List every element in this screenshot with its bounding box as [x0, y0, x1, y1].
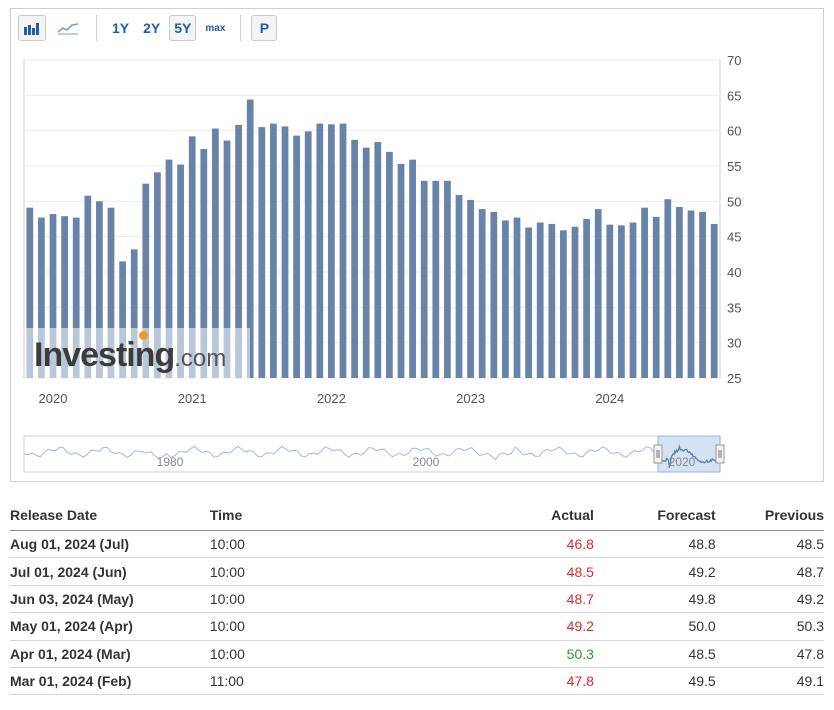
cell-actual: 50.3 [418, 640, 594, 668]
table-header-row: Release Date Time Actual Forecast Previo… [10, 500, 824, 531]
cell-time: 10:00 [209, 557, 419, 586]
cell-time: 10:00 [209, 530, 419, 559]
cell-time: 10:00 [209, 640, 419, 668]
header-actual[interactable]: Actual [418, 500, 594, 531]
navigator-label-2020: 2020 [669, 455, 696, 469]
table-row: Jun 03, 2024 (May) 10:00 48.7 49.8 49.2 [10, 585, 824, 614]
table-row: Aug 01, 2024 (Jul) 10:00 46.8 48.8 48.5 [10, 530, 824, 559]
cell-release-date: Jul 01, 2024 (Jun) [10, 557, 210, 586]
cell-previous: 49.1 [715, 667, 824, 696]
cell-forecast: 49.2 [593, 557, 716, 586]
table-row: Apr 01, 2024 (Mar) 10:00 50.3 48.5 47.8 [10, 640, 824, 668]
range-navigator[interactable]: 1980 2000 2020 [0, 0, 834, 480]
cell-forecast: 49.8 [593, 585, 716, 614]
header-release-date[interactable]: Release Date [10, 500, 210, 531]
cell-actual: 46.8 [418, 530, 594, 559]
cell-previous: 50.3 [715, 612, 824, 641]
header-forecast[interactable]: Forecast [593, 500, 716, 531]
cell-release-date: May 01, 2024 (Apr) [10, 612, 210, 641]
navigator-label-1980: 1980 [157, 455, 184, 469]
navigator-frame [23, 435, 721, 473]
cell-previous: 49.2 [715, 585, 824, 614]
cell-actual: 48.7 [418, 585, 594, 614]
cell-previous: 47.8 [715, 640, 824, 668]
cell-release-date: Mar 01, 2024 (Feb) [10, 667, 210, 696]
navigator-left-handle[interactable] [653, 444, 663, 464]
cell-actual: 48.5 [418, 557, 594, 586]
cell-forecast: 48.5 [593, 640, 716, 668]
cell-actual: 47.8 [418, 667, 594, 696]
table-row: Mar 01, 2024 (Feb) 11:00 47.8 49.5 49.1 [10, 667, 824, 696]
navigator-label-2000: 2000 [413, 455, 440, 469]
cell-release-date: Jun 03, 2024 (May) [10, 585, 210, 614]
cell-forecast: 50.0 [593, 612, 716, 641]
release-table: Release Date Time Actual Forecast Previo… [10, 500, 824, 696]
header-time[interactable]: Time [209, 500, 419, 531]
cell-forecast: 48.8 [593, 530, 716, 559]
cell-release-date: Aug 01, 2024 (Jul) [10, 530, 210, 559]
cell-previous: 48.7 [715, 557, 824, 586]
cell-actual: 49.2 [418, 612, 594, 641]
header-previous[interactable]: Previous [715, 500, 824, 531]
table-row: May 01, 2024 (Apr) 10:00 49.2 50.0 50.3 [10, 612, 824, 641]
table-row: Jul 01, 2024 (Jun) 10:00 48.5 49.2 48.7 [10, 557, 824, 586]
navigator-right-handle[interactable] [715, 444, 725, 464]
cell-time: 11:00 [209, 667, 419, 696]
cell-previous: 48.5 [715, 530, 824, 559]
cell-release-date: Apr 01, 2024 (Mar) [10, 640, 210, 668]
cell-time: 10:00 [209, 585, 419, 614]
cell-time: 10:00 [209, 612, 419, 641]
cell-forecast: 49.5 [593, 667, 716, 696]
